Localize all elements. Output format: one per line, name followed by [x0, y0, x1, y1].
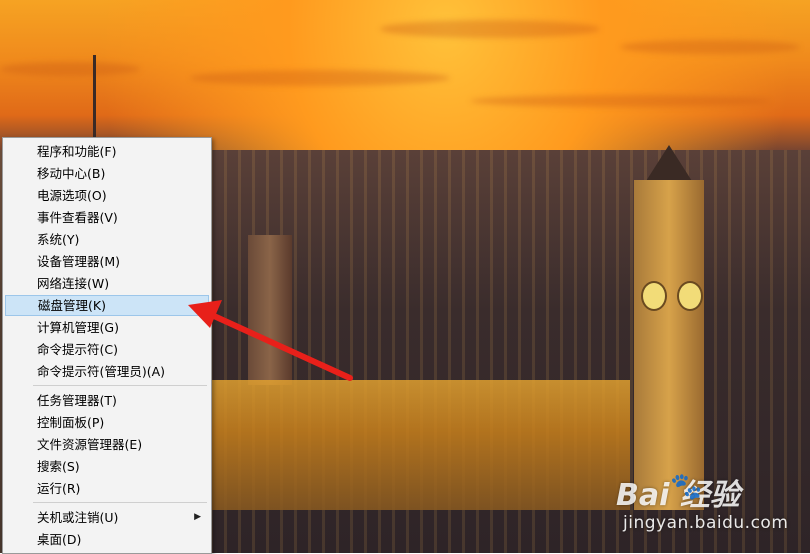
menu-item-system[interactable]: 系统(Y)	[5, 229, 209, 250]
cloud	[470, 95, 770, 107]
clock-tower	[634, 180, 704, 510]
menu-item-shutdown-signout[interactable]: 关机或注销(U) ▶	[5, 507, 209, 528]
clock-face-right	[677, 281, 703, 311]
cloud	[0, 62, 140, 76]
menu-item-label: 文件资源管理器(E)	[37, 437, 143, 452]
menu-item-device-manager[interactable]: 设备管理器(M)	[5, 251, 209, 272]
menu-item-label: 计算机管理(G)	[37, 320, 119, 335]
menu-item-disk-management[interactable]: 磁盘管理(K)	[5, 295, 209, 316]
menu-item-label: 系统(Y)	[37, 232, 80, 247]
menu-item-label: 桌面(D)	[37, 532, 82, 547]
menu-item-label: 命令提示符(管理员)(A)	[37, 364, 166, 379]
menu-item-desktop[interactable]: 桌面(D)	[5, 529, 209, 550]
menu-item-mobility-center[interactable]: 移动中心(B)	[5, 163, 209, 184]
menu-item-label: 磁盘管理(K)	[38, 298, 106, 313]
clock-face-left	[641, 281, 667, 311]
menu-item-file-explorer[interactable]: 文件资源管理器(E)	[5, 434, 209, 455]
menu-item-computer-management[interactable]: 计算机管理(G)	[5, 317, 209, 338]
cloud	[620, 40, 800, 54]
menu-item-label: 关机或注销(U)	[37, 510, 119, 525]
menu-item-label: 命令提示符(C)	[37, 342, 118, 357]
cloud	[380, 20, 600, 38]
menu-item-label: 事件查看器(V)	[37, 210, 118, 225]
submenu-arrow-icon: ▶	[194, 512, 201, 522]
menu-item-event-viewer[interactable]: 事件查看器(V)	[5, 207, 209, 228]
menu-item-label: 设备管理器(M)	[37, 254, 121, 269]
winx-context-menu: 程序和功能(F) 移动中心(B) 电源选项(O) 事件查看器(V) 系统(Y) …	[2, 137, 212, 554]
victoria-tower	[248, 235, 292, 385]
menu-item-power-options[interactable]: 电源选项(O)	[5, 185, 209, 206]
menu-item-control-panel[interactable]: 控制面板(P)	[5, 412, 209, 433]
menu-item-label: 控制面板(P)	[37, 415, 105, 430]
menu-item-label: 运行(R)	[37, 481, 81, 496]
cloud	[190, 70, 450, 86]
menu-item-network-connections[interactable]: 网络连接(W)	[5, 273, 209, 294]
menu-item-search[interactable]: 搜索(S)	[5, 456, 209, 477]
menu-item-label: 程序和功能(F)	[37, 144, 117, 159]
menu-item-command-prompt[interactable]: 命令提示符(C)	[5, 339, 209, 360]
paw-icon: 🐾	[670, 472, 703, 502]
menu-item-run[interactable]: 运行(R)	[5, 478, 209, 499]
menu-item-programs-features[interactable]: 程序和功能(F)	[5, 141, 209, 162]
menu-item-label: 任务管理器(T)	[37, 393, 117, 408]
menu-separator	[33, 385, 207, 386]
menu-item-label: 网络连接(W)	[37, 276, 110, 291]
menu-item-label: 搜索(S)	[37, 459, 80, 474]
antenna-spire	[93, 55, 96, 140]
parliament-building	[210, 380, 630, 510]
menu-item-label: 移动中心(B)	[37, 166, 106, 181]
menu-item-command-prompt-admin[interactable]: 命令提示符(管理员)(A)	[5, 361, 209, 382]
menu-item-task-manager[interactable]: 任务管理器(T)	[5, 390, 209, 411]
watermark-url: jingyan.baidu.com	[623, 513, 789, 533]
menu-separator	[33, 502, 207, 503]
menu-item-label: 电源选项(O)	[37, 188, 107, 203]
